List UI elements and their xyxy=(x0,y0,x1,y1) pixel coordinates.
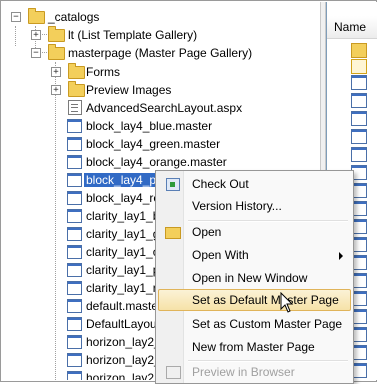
tree-node-file[interactable]: clarity_lay1_re xyxy=(64,279,164,297)
master-page-icon xyxy=(67,299,82,313)
menu-item-label: Open With xyxy=(192,248,249,262)
check-out-icon xyxy=(166,178,180,191)
submenu-arrow-icon xyxy=(339,252,343,260)
tree-node-label: clarity_lay1_or xyxy=(86,245,164,259)
menu-item-open-new-window[interactable]: Open in New Window xyxy=(158,267,351,289)
collapse-toggle[interactable]: − xyxy=(11,12,21,22)
tree-node-masterpage[interactable]: masterpage (Master Page Gallery) xyxy=(44,44,304,62)
menu-item-label: Preview in Browser xyxy=(192,365,295,379)
menu-item-label: Open in New Window xyxy=(192,271,308,285)
tree-node-label: AdvancedSearchLayout.aspx xyxy=(86,101,243,115)
tree-node-label: default.master xyxy=(86,299,163,313)
master-page-icon xyxy=(67,281,82,295)
menu-item-label: New from Master Page xyxy=(192,340,315,354)
menu-item-check-out[interactable]: Check Out xyxy=(158,173,351,195)
tree-node-file[interactable]: block_lay4_red xyxy=(64,189,167,207)
tree-node-label: block_lay4_blue.master xyxy=(86,119,213,133)
master-page-icon xyxy=(351,129,367,144)
tree-node-file[interactable]: horizon_lay2_b xyxy=(64,333,167,351)
tree-node-label: masterpage (Master Page Gallery) xyxy=(68,46,253,60)
master-page-icon xyxy=(67,263,82,277)
master-page-icon xyxy=(351,111,367,126)
menu-item-version-history[interactable]: Version History... xyxy=(158,195,351,217)
expand-toggle[interactable]: + xyxy=(51,85,61,95)
tree-node-label: lt (List Template Gallery) xyxy=(68,28,198,42)
tree-node-file-selected[interactable]: block_lay4_pur xyxy=(64,171,169,189)
tree-node-label: Forms xyxy=(86,65,120,79)
menu-item-label: Open xyxy=(192,225,222,239)
master-page-icon xyxy=(67,155,82,169)
window-frame: − _catalogs + lt (List Template Gallery)… xyxy=(0,0,377,384)
master-page-icon xyxy=(67,173,82,187)
tree-node-file[interactable]: horizon_lay2_g xyxy=(64,351,167,369)
menu-item-label: Version History... xyxy=(192,199,282,213)
folder-icon xyxy=(351,43,367,58)
tree-node-file[interactable]: block_lay4_green.master xyxy=(64,135,284,153)
master-page-icon xyxy=(67,227,82,241)
tree-node-label: block_lay4_orange.master xyxy=(86,155,227,169)
tree-node-label: clarity_lay1_re xyxy=(86,281,164,295)
folder-icon xyxy=(28,8,45,24)
menu-item-preview-in-browser[interactable]: Preview in Browser xyxy=(158,361,351,383)
tree-guide-line xyxy=(15,26,16,46)
tree-node-file[interactable]: clarity_lay1_gr xyxy=(64,225,164,243)
tree-node-catalogs[interactable]: _catalogs xyxy=(24,8,304,26)
master-page-icon xyxy=(351,75,367,90)
master-page-icon xyxy=(351,147,367,162)
master-page-icon xyxy=(67,209,82,223)
menu-item-new-from-master[interactable]: New from Master Page xyxy=(158,336,351,358)
open-folder-icon xyxy=(165,227,181,239)
tree-node-file[interactable]: AdvancedSearchLayout.aspx xyxy=(64,99,284,117)
menu-item-set-default-master[interactable]: Set as Default Master Page xyxy=(158,289,351,311)
tree-node-label: Preview Images xyxy=(86,83,172,97)
list-icon xyxy=(351,59,367,74)
aspx-page-icon xyxy=(68,100,82,115)
tree-node-lt[interactable]: lt (List Template Gallery) xyxy=(44,26,304,44)
tree-node-file[interactable]: default.master xyxy=(64,297,164,315)
menu-item-label: Set as Default Master Page xyxy=(192,293,339,307)
master-page-icon xyxy=(67,119,82,133)
column-header-label: Name xyxy=(334,20,367,34)
folder-icon xyxy=(68,63,85,79)
master-page-icon xyxy=(67,353,82,367)
expand-toggle[interactable]: + xyxy=(51,67,61,77)
column-header-name[interactable]: Name xyxy=(327,16,377,39)
collapse-toggle[interactable]: − xyxy=(31,48,41,58)
expand-toggle[interactable]: + xyxy=(31,30,41,40)
mouse-pointer-icon xyxy=(280,292,294,313)
tree-node-file[interactable]: clarity_lay1_blu xyxy=(64,207,169,225)
master-page-icon xyxy=(67,191,82,205)
tree-node-label: DefaultLayout. xyxy=(86,317,164,331)
context-menu[interactable]: Check Out Version History... Open Open W… xyxy=(155,170,354,384)
tree-node-label: clarity_lay1_gr xyxy=(86,227,164,241)
menu-item-label: Check Out xyxy=(192,177,249,191)
tree-node-file[interactable]: block_lay4_blue.master xyxy=(64,117,284,135)
preview-icon xyxy=(166,366,181,379)
master-page-icon xyxy=(67,245,82,259)
folder-icon xyxy=(48,44,65,60)
tree-node-file[interactable]: horizon_lay2_o xyxy=(64,369,167,380)
tree-node-file[interactable]: block_lay4_orange.master xyxy=(64,153,284,171)
folder-icon xyxy=(68,81,85,97)
master-page-icon xyxy=(67,317,82,331)
tree-guide-line xyxy=(55,62,56,380)
tree-node-forms[interactable]: Forms xyxy=(64,63,264,81)
tree-node-file[interactable]: clarity_lay1_or xyxy=(64,243,164,261)
menu-item-open[interactable]: Open xyxy=(158,221,351,243)
menu-item-set-custom-master[interactable]: Set as Custom Master Page xyxy=(158,313,351,335)
master-page-icon xyxy=(67,371,82,380)
menu-item-open-with[interactable]: Open With xyxy=(158,244,351,266)
tree-node-file[interactable]: clarity_lay1_pu xyxy=(64,261,166,279)
tree-node-preview-images[interactable]: Preview Images xyxy=(64,81,264,99)
menu-item-label: Set as Custom Master Page xyxy=(192,317,343,331)
tree-node-file[interactable]: DefaultLayout. xyxy=(64,315,164,333)
master-page-icon xyxy=(67,137,82,151)
tree-node-label: block_lay4_green.master xyxy=(86,137,221,151)
tree-node-label: _catalogs xyxy=(48,10,100,24)
master-page-icon xyxy=(67,335,82,349)
master-page-icon xyxy=(351,93,367,108)
folder-icon xyxy=(48,26,65,42)
